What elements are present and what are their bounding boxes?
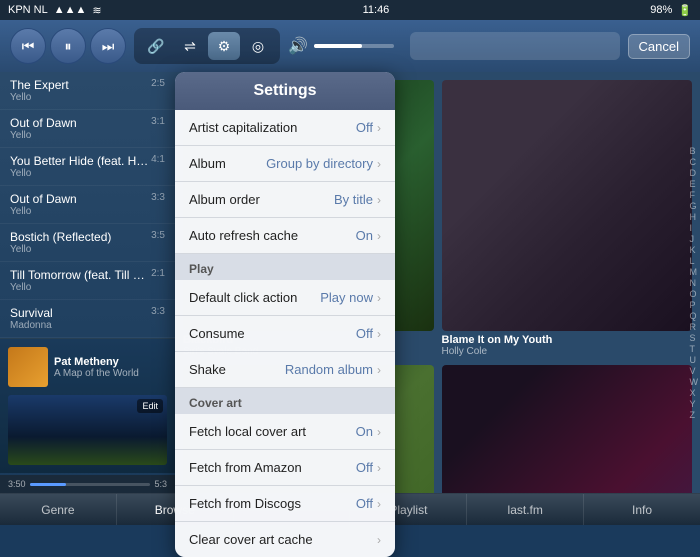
now-playing-cover: Edit: [8, 395, 167, 465]
track-list: 2:5 The Expert Yello 3:1 Out of Dawn Yel…: [0, 72, 175, 338]
settings-row-fetch-local[interactable]: Fetch local cover art On ›: [175, 414, 395, 450]
settings-section-play: Play: [175, 254, 395, 280]
album-thumb-blame: [442, 80, 693, 331]
carrier: KPN NL: [8, 4, 48, 16]
list-item[interactable]: 2:1 Till Tomorrow (feat. Till Brö... Yel…: [0, 262, 175, 300]
list-item[interactable]: 3:5 Bostich (Reflected) Yello: [0, 224, 175, 262]
progress-current: 3:50: [8, 479, 26, 489]
volume-fill: [314, 44, 362, 48]
time: 11:46: [363, 4, 390, 16]
settings-overlay: Settings Artist capitalization Off › Alb…: [175, 72, 395, 557]
cancel-button[interactable]: Cancel: [628, 34, 690, 59]
search-bar[interactable]: [410, 32, 620, 60]
progress-bar-area: 3:50 5:3: [0, 475, 175, 493]
wifi-icon: ≋: [92, 4, 101, 17]
status-bar: KPN NL ▲▲▲ ≋ 11:46 98% 🔋: [0, 0, 700, 20]
settings-row-click-action[interactable]: Default click action Play now ›: [175, 280, 395, 316]
tab-genre[interactable]: Genre: [0, 494, 117, 525]
status-left: KPN NL ▲▲▲ ≋: [8, 4, 102, 17]
settings-row-clear-cache[interactable]: Clear cover art cache ›: [175, 522, 395, 557]
playback-controls: ⏮ ⏸ ⏭: [10, 28, 126, 64]
volume-icon: 🔊: [288, 36, 308, 56]
settings-header: Settings: [175, 72, 395, 110]
tab-info[interactable]: Info: [584, 494, 700, 525]
now-playing-thumb: [8, 347, 48, 387]
album-thumb-blue: [442, 365, 693, 494]
pause-button[interactable]: ⏸: [50, 28, 86, 64]
top-bar: ⏮ ⏸ ⏭ 🔗 ⇌ ⚙ ◎ 🔊 Cancel: [0, 20, 700, 72]
settings-row-album-order[interactable]: Album order By title ›: [175, 182, 395, 218]
edit-badge[interactable]: Edit: [137, 399, 163, 413]
settings-row-album[interactable]: Album Group by directory ›: [175, 146, 395, 182]
now-playing-title: Pat Metheny: [54, 356, 139, 368]
tab-shuffle[interactable]: ⇌: [174, 32, 206, 60]
progress-track[interactable]: [30, 483, 151, 486]
list-item[interactable]: 3:1 Out of Dawn Yello: [0, 110, 175, 148]
list-item[interactable]: 2:5 The Expert Yello: [0, 72, 175, 110]
list-item[interactable]: 3:3 Out of Dawn Yello: [0, 186, 175, 224]
tab-icons: 🔗 ⇌ ⚙ ◎: [134, 28, 280, 64]
main-content: 2:5 The Expert Yello 3:1 Out of Dawn Yel…: [0, 72, 700, 493]
now-playing-card: Pat Metheny A Map of the World Edit: [0, 338, 175, 473]
volume-slider[interactable]: [314, 44, 394, 48]
settings-row-shake[interactable]: Shake Random album ›: [175, 352, 395, 388]
volume-area: 🔊: [288, 36, 394, 56]
now-playing-text: Pat Metheny A Map of the World: [54, 356, 139, 379]
battery: 98%: [650, 4, 672, 16]
progress-total: 5:3: [154, 479, 167, 489]
settings-row-fetch-amazon[interactable]: Fetch from Amazon Off ›: [175, 450, 395, 486]
now-playing-album: A Map of the World: [54, 368, 139, 379]
settings-row-auto-refresh[interactable]: Auto refresh cache On ›: [175, 218, 395, 254]
prev-button[interactable]: ⏮: [10, 28, 46, 64]
settings-row-artist-cap[interactable]: Artist capitalization Off ›: [175, 110, 395, 146]
tab-target[interactable]: ◎: [242, 32, 274, 60]
progress-fill: [30, 483, 66, 486]
list-item[interactable]: 4:1 You Better Hide (feat. Heidi... Yell…: [0, 148, 175, 186]
tab-link[interactable]: 🔗: [140, 32, 172, 60]
alphabet-sidebar: BC DE FG HI JK LM NO PQ RS TU VW XY Z: [690, 72, 699, 493]
tab-lastfm[interactable]: last.fm: [467, 494, 584, 525]
next-button[interactable]: ⏭: [90, 28, 126, 64]
album-card-blame[interactable]: Blame It on My Youth Holly Cole: [442, 80, 693, 357]
album-card-blue[interactable]: Blue Light 'Til Dawn Cassandra Wilson: [442, 365, 693, 494]
battery-icon: 🔋: [678, 4, 692, 17]
left-panel: 2:5 The Expert Yello 3:1 Out of Dawn Yel…: [0, 72, 175, 493]
settings-section-cover: Cover art: [175, 388, 395, 414]
settings-row-fetch-discogs[interactable]: Fetch from Discogs Off ›: [175, 486, 395, 522]
status-right: 98% 🔋: [650, 4, 692, 17]
now-playing-info: Pat Metheny A Map of the World: [8, 347, 167, 387]
signal-icon: ▲▲▲: [54, 4, 87, 16]
tab-settings[interactable]: ⚙: [208, 32, 240, 60]
list-item[interactable]: 3:3 Survival Madonna: [0, 300, 175, 338]
settings-row-consume[interactable]: Consume Off ›: [175, 316, 395, 352]
